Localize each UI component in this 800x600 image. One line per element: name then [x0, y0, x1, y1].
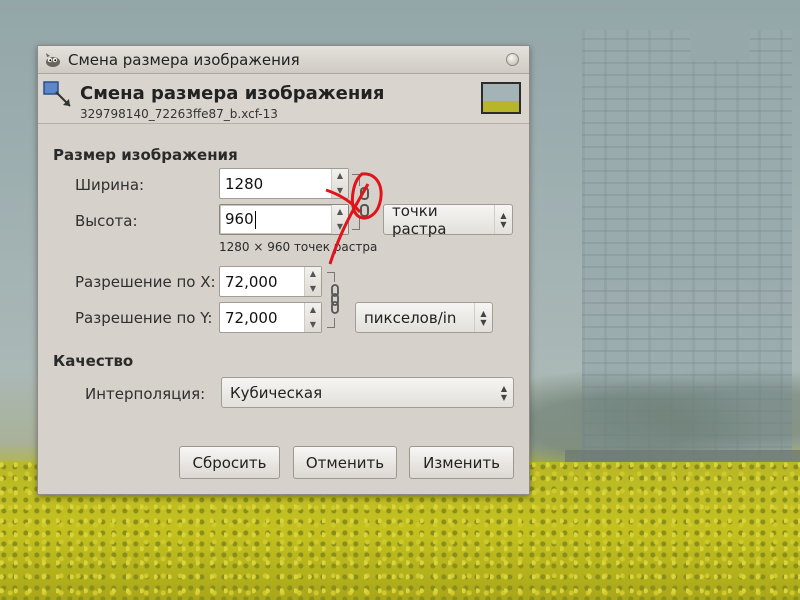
- image-size-section-title: Размер изображения: [53, 146, 238, 164]
- resolution-x-label: Разрешение по X:: [75, 273, 216, 291]
- resolution-chain-bracket-bottom: [327, 318, 335, 328]
- gimp-wilber-icon: [46, 52, 60, 67]
- chevron-updown-icon: ▲ ▼: [494, 205, 512, 234]
- size-units-value: точки растра: [392, 201, 447, 238]
- resolution-units-combo[interactable]: пикселов/in ▲ ▼: [355, 302, 493, 333]
- quality-section-title: Качество: [53, 352, 134, 370]
- window-titlebar[interactable]: Смена размера изображения: [38, 46, 529, 74]
- resize-image-icon: [43, 81, 71, 107]
- reset-button[interactable]: Сбросить: [179, 446, 280, 479]
- window-title: Смена размера изображения: [68, 50, 300, 69]
- height-value: 960: [225, 210, 254, 229]
- resolution-y-value: 72,000: [225, 308, 278, 327]
- resolution-x-value: 72,000: [225, 272, 278, 291]
- apply-button[interactable]: Изменить: [409, 446, 514, 479]
- dialog-header: Смена размера изображения 329798140_7226…: [38, 74, 529, 124]
- dialog-header-title: Смена размера изображения: [80, 83, 385, 104]
- resolution-x-spin-arrows[interactable]: ▲ ▼: [304, 267, 321, 296]
- width-label: Ширина:: [75, 176, 145, 194]
- background-building-top: [690, 20, 750, 60]
- chain-link-icon[interactable]: [329, 284, 341, 314]
- chevron-updown-icon: ▲ ▼: [500, 383, 508, 402]
- interpolation-combo[interactable]: Кубическая ▲ ▼: [221, 377, 514, 408]
- chevron-updown-icon: ▲ ▼: [474, 303, 492, 332]
- image-thumbnail: [481, 82, 521, 114]
- dialog-header-filename: 329798140_72263ffe87_b.xcf-13: [80, 107, 278, 121]
- resolution-y-spin-arrows[interactable]: ▲ ▼: [304, 303, 321, 332]
- width-value: 1280: [225, 174, 264, 193]
- red-annotation-mark: [325, 172, 383, 265]
- resolution-units-value: пикселов/in: [364, 308, 457, 327]
- resolution-y-spinbox[interactable]: 72,000 ▲ ▼: [219, 302, 322, 333]
- size-units-combo[interactable]: точки растра ▲ ▼: [383, 201, 513, 238]
- resolution-chain-bracket-top: [327, 272, 335, 282]
- resize-image-dialog: Смена размера изображения Смена размера …: [37, 45, 530, 495]
- resolution-x-spinbox[interactable]: 72,000 ▲ ▼: [219, 266, 322, 297]
- window-close-button[interactable]: [506, 53, 519, 66]
- interpolation-label: Интерполяция:: [85, 385, 206, 403]
- interpolation-value: Кубическая: [230, 383, 323, 402]
- text-cursor: [254, 210, 256, 229]
- resolution-y-label: Разрешение по Y:: [75, 309, 213, 327]
- height-label: Высота:: [75, 212, 138, 230]
- cancel-button[interactable]: Отменить: [293, 446, 397, 479]
